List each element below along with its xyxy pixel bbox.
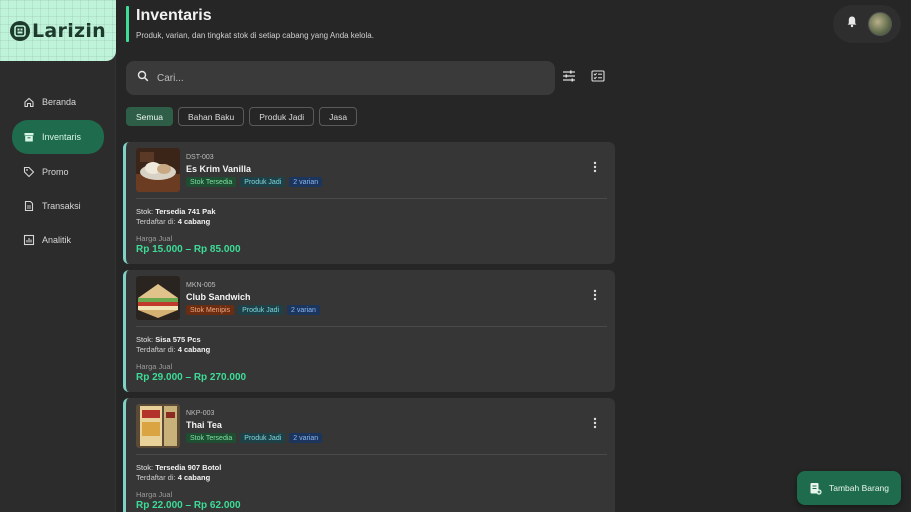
product-badges: Stok Tersedia Produk Jadi 2 varian — [186, 433, 326, 443]
stock-status-badge: Stok Tersedia — [186, 177, 237, 187]
checklist-button[interactable] — [590, 70, 606, 86]
logo-mark-icon — [10, 20, 30, 41]
sidebar-item-inventaris[interactable]: Inventaris — [12, 120, 104, 154]
branch-info: Terdaftar di: 4 cabang — [136, 217, 211, 226]
card-divider — [136, 198, 607, 199]
product-image — [136, 148, 180, 192]
variant-badge: 2 varian — [289, 177, 323, 187]
sidebar: Larizin Beranda Inventaris Promo Transak… — [0, 0, 116, 512]
sidebar-item-transaksi[interactable]: Transaksi — [12, 190, 104, 222]
branch-info: Terdaftar di: 4 cabang — [136, 473, 211, 482]
product-badges: Stok Tersedia Produk Jadi 2 varian — [186, 177, 326, 187]
search-placeholder: Cari... — [157, 72, 184, 84]
logo[interactable]: Larizin — [0, 0, 116, 61]
product-name: Es Krim Vanilla — [186, 164, 252, 174]
receipt-icon — [23, 200, 35, 212]
stock-info: Stok: Tersedia 741 Pak — [136, 207, 216, 216]
product-name: Club Sandwich — [186, 292, 251, 302]
product-type-badge: Produk Jadi — [238, 305, 284, 315]
sidebar-item-promo[interactable]: Promo — [12, 156, 104, 188]
add-item-icon — [809, 482, 822, 495]
product-name: Thai Tea — [186, 420, 222, 430]
filter-chip-jasa[interactable]: Jasa — [319, 107, 358, 126]
product-sku: NKP-003 — [186, 410, 215, 417]
sidebar-item-analitik[interactable]: Analitik — [12, 224, 104, 256]
price-range: Rp 15.000 – Rp 85.000 — [136, 244, 241, 255]
bell-icon[interactable] — [846, 15, 858, 33]
price-label: Harga Jual — [136, 490, 173, 499]
tune-icon — [562, 69, 576, 87]
more-vert-icon — [593, 288, 597, 306]
filter-chip-semua[interactable]: Semua — [126, 107, 173, 126]
product-card[interactable]: MKN-005 Club Sandwich Stok Menipis Produ… — [123, 270, 615, 392]
product-image — [136, 404, 180, 448]
card-divider — [136, 326, 607, 327]
product-card[interactable]: DST-003 Es Krim Vanilla Stok Tersedia Pr… — [123, 142, 615, 264]
price-range: Rp 29.000 – Rp 270.000 — [136, 372, 247, 383]
search-icon — [137, 69, 149, 87]
page-title: Inventaris — [136, 7, 212, 24]
filter-chip-produk-jadi[interactable]: Produk Jadi — [249, 107, 315, 126]
filter-chips: Semua Bahan Baku Produk Jadi Jasa — [126, 107, 362, 126]
home-icon — [23, 96, 35, 108]
stock-info: Stok: Tersedia 907 Botol — [136, 463, 222, 472]
price-label: Harga Jual — [136, 234, 173, 243]
more-menu-button[interactable] — [590, 288, 600, 306]
sidebar-item-label: Promo — [42, 167, 69, 177]
avatar[interactable] — [868, 12, 892, 36]
top-right-actions — [833, 5, 901, 43]
more-menu-button[interactable] — [590, 416, 600, 434]
more-vert-icon — [593, 160, 597, 178]
card-divider — [136, 454, 607, 455]
sidebar-item-beranda[interactable]: Beranda — [12, 86, 104, 118]
stock-info: Stok: Sisa 575 Pcs — [136, 335, 201, 344]
sidebar-item-label: Transaksi — [42, 201, 81, 211]
product-image — [136, 276, 180, 320]
more-menu-button[interactable] — [590, 160, 600, 178]
product-card[interactable]: NKP-003 Thai Tea Stok Tersedia Produk Ja… — [123, 398, 615, 512]
variant-badge: 2 varian — [287, 305, 320, 315]
checklist-icon — [591, 69, 605, 87]
more-vert-icon — [593, 416, 597, 434]
price-range: Rp 22.000 – Rp 62.000 — [136, 500, 241, 511]
logo-text: Larizin — [32, 19, 107, 42]
chart-icon — [23, 234, 35, 246]
product-type-badge: Produk Jadi — [240, 177, 286, 187]
archive-icon — [23, 131, 35, 143]
price-label: Harga Jual — [136, 362, 173, 371]
variant-badge: 2 varian — [289, 433, 323, 443]
search-input[interactable]: Cari... — [126, 61, 555, 95]
sidebar-item-label: Inventaris — [42, 132, 82, 142]
stock-status-badge: Stok Tersedia — [186, 433, 237, 443]
product-type-badge: Produk Jadi — [240, 433, 286, 443]
add-item-button[interactable]: Tambah Barang — [797, 471, 901, 505]
tag-icon — [23, 166, 35, 178]
branch-info: Terdaftar di: 4 cabang — [136, 345, 211, 354]
sidebar-nav: Beranda Inventaris Promo Transaksi Anali… — [12, 86, 104, 258]
filter-settings-button[interactable] — [561, 70, 577, 86]
add-item-label: Tambah Barang — [829, 483, 890, 493]
title-accent-bar — [126, 6, 129, 42]
sidebar-item-label: Analitik — [42, 235, 72, 245]
product-sku: DST-003 — [186, 154, 214, 161]
sidebar-item-label: Beranda — [42, 97, 77, 107]
stock-status-badge: Stok Menipis — [186, 305, 235, 315]
product-sku: MKN-005 — [186, 282, 216, 289]
product-badges: Stok Menipis Produk Jadi 2 varian — [186, 305, 324, 315]
filter-chip-bahan-baku[interactable]: Bahan Baku — [177, 107, 245, 126]
page-subtitle: Produk, varian, dan tingkat stok di seti… — [136, 31, 374, 40]
